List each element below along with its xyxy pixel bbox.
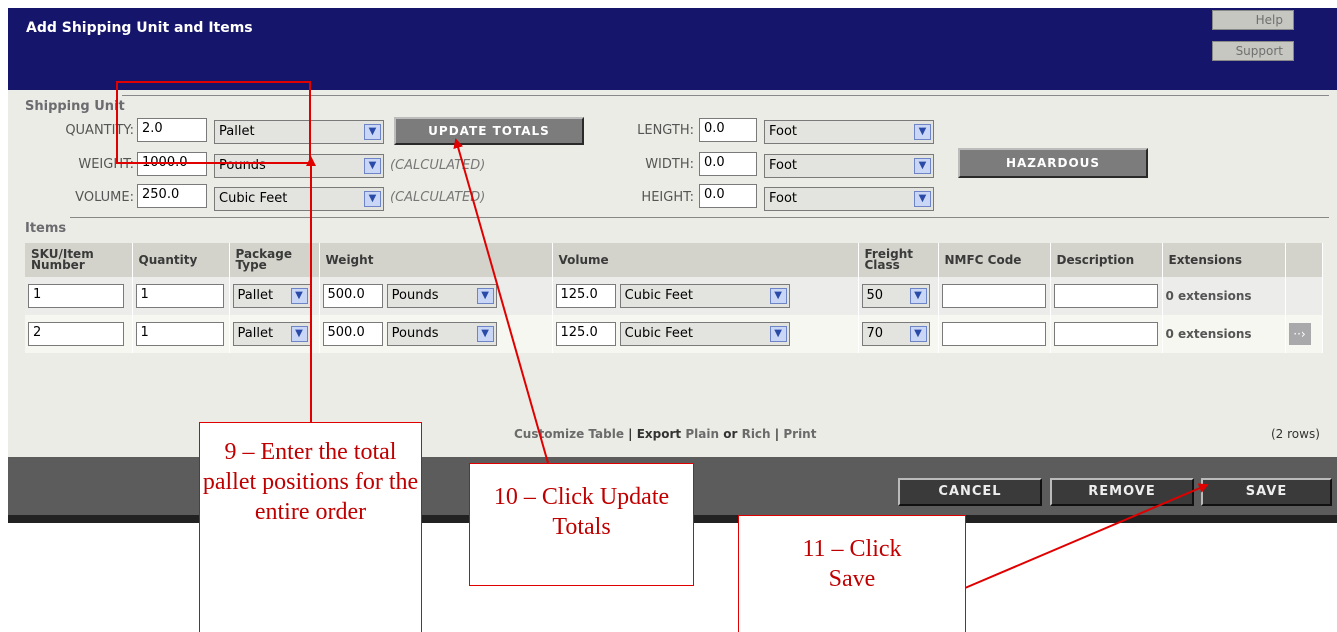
callout-step-9: 9 – Enter the total pallet positions for… bbox=[199, 422, 422, 632]
arrow-to-update-totals bbox=[453, 138, 549, 464]
callout-step-11: 11 – Click Save bbox=[738, 515, 966, 632]
arrow-to-save bbox=[964, 483, 1209, 589]
callout-step-10: 10 – Click Update Totals bbox=[469, 463, 694, 586]
